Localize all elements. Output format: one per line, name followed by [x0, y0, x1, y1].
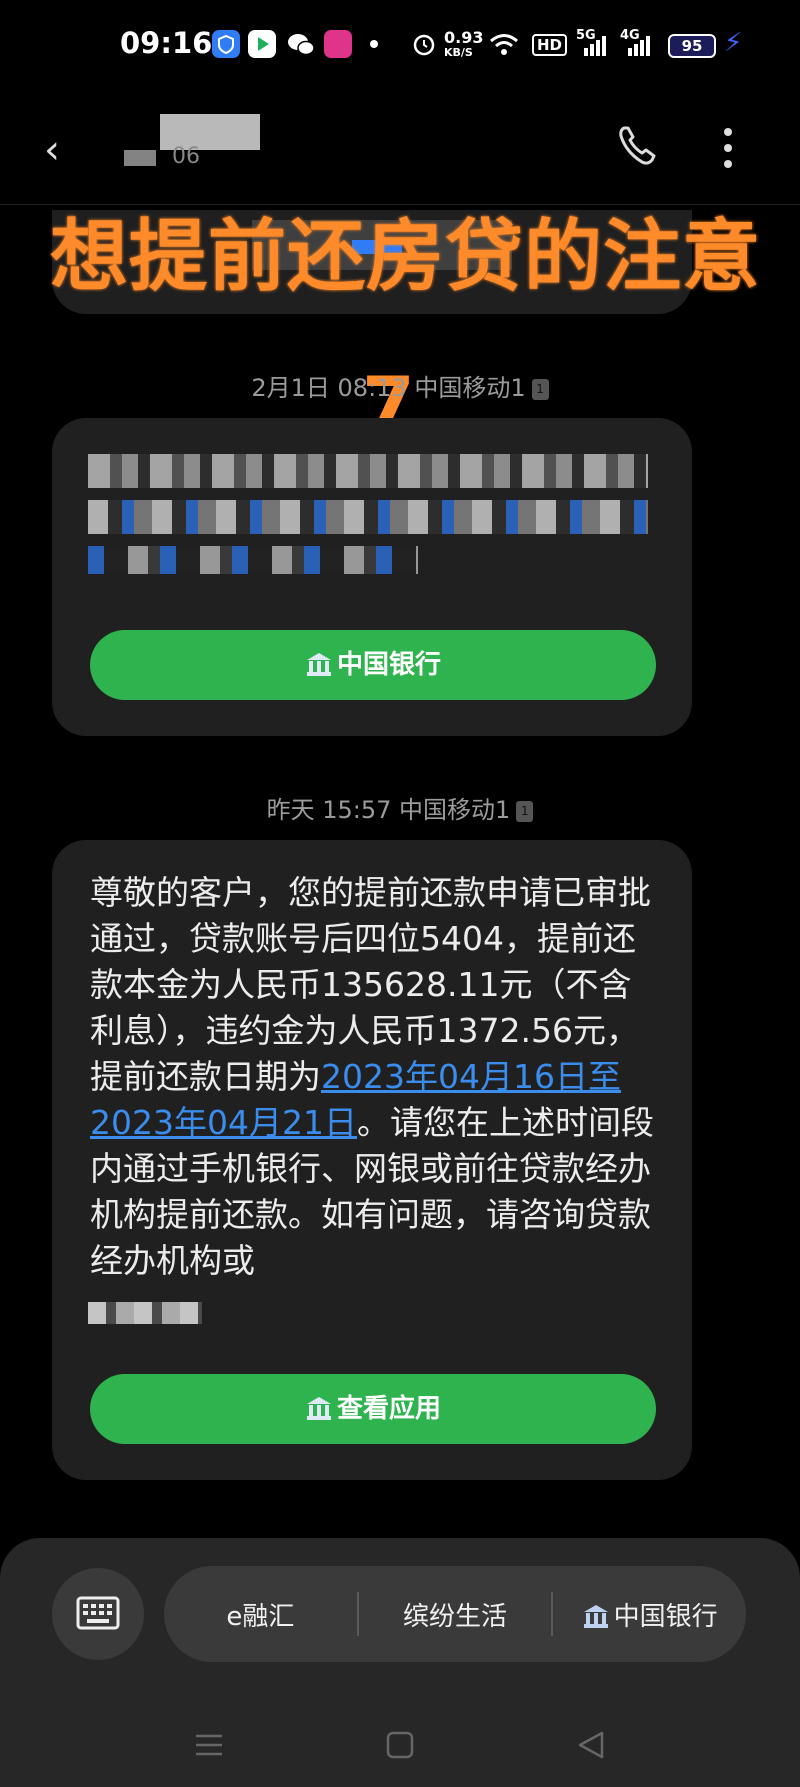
message-timestamp: 2月1日 08:13 中国移动1 1 — [0, 368, 800, 403]
back-icon[interactable]: ‹ — [44, 130, 60, 170]
open-bank-button[interactable]: 中国银行 — [90, 630, 656, 700]
pixelated-text — [88, 546, 418, 574]
button-label: 查看应用 — [336, 1394, 441, 1424]
hd-badge: HD — [532, 34, 568, 56]
timestamp-text: 2月1日 08:13 中国移动1 — [251, 374, 526, 402]
message-timestamp: 昨天 15:57 中国移动1 1 — [0, 790, 800, 825]
home-icon[interactable] — [385, 1730, 415, 1764]
charging-icon: ⚡ — [724, 28, 743, 58]
sim-icon: 1 — [531, 378, 549, 400]
call-icon[interactable] — [612, 120, 664, 172]
signal-icon — [582, 36, 610, 64]
net-speed-unit: KB/S — [444, 46, 473, 59]
pixelated-text — [88, 454, 648, 488]
wechat-icon — [286, 30, 315, 58]
contact-number-partial: 06 — [172, 144, 200, 169]
sim-icon: 1 — [516, 800, 534, 822]
battery-indicator: 95 — [668, 34, 716, 58]
overlay-title: 想提前还房贷的注意 — [50, 212, 762, 302]
back-nav-icon[interactable] — [576, 1730, 606, 1764]
bank-icon — [306, 653, 331, 676]
bottom-panel: e融汇 缤纷生活 中国银行 — [0, 1538, 800, 1787]
pixelated-text — [88, 500, 648, 534]
wifi-icon — [488, 30, 518, 58]
message-bubble[interactable]: 中国银行 — [52, 418, 692, 736]
contact-name-pixelated — [124, 150, 156, 166]
keyboard-button[interactable] — [52, 1568, 144, 1660]
keyboard-icon — [76, 1596, 120, 1630]
status-time: 09:16 — [120, 26, 213, 60]
video-app-icon — [248, 30, 276, 58]
conversation-header: ‹ 06 — [0, 92, 800, 205]
status-bar: 09:16 0.93 KB/S HD 5G 4G 95 ⚡ — [0, 0, 800, 92]
system-navigation-bar — [0, 1720, 800, 1780]
message-text[interactable]: 尊敬的客户，您的提前还款申请已审批通过，贷款账号后四位5404，提前还款本金为人… — [90, 870, 660, 1284]
signal-icon — [626, 36, 654, 64]
net-speed-value: 0.93 — [444, 28, 484, 47]
service-menu-bar: e融汇 缤纷生活 中国银行 — [164, 1566, 746, 1662]
more-icon[interactable] — [722, 128, 734, 170]
menu-item-label: 中国银行 — [613, 1601, 718, 1632]
bank-icon — [306, 1397, 331, 1420]
dot-icon — [370, 40, 378, 48]
pixelated-text — [88, 1302, 202, 1324]
recent-apps-icon[interactable] — [194, 1730, 224, 1764]
menu-item-bank-of-china[interactable]: 中国银行 — [553, 1596, 746, 1633]
menu-item-colorful-life[interactable]: 缤纷生活 — [359, 1596, 552, 1633]
shield-app-icon — [212, 30, 240, 58]
button-label: 中国银行 — [336, 650, 441, 680]
timestamp-text: 昨天 15:57 中国移动1 — [266, 796, 511, 824]
menu-item-e-ronghui[interactable]: e融汇 — [164, 1596, 357, 1633]
bank-icon — [583, 1604, 608, 1628]
view-app-button[interactable]: 查看应用 — [90, 1374, 656, 1444]
alarm-icon — [410, 30, 438, 58]
message-bubble[interactable]: 尊敬的客户，您的提前还款申请已审批通过，贷款账号后四位5404，提前还款本金为人… — [52, 840, 692, 1480]
vip-app-icon — [324, 30, 352, 58]
